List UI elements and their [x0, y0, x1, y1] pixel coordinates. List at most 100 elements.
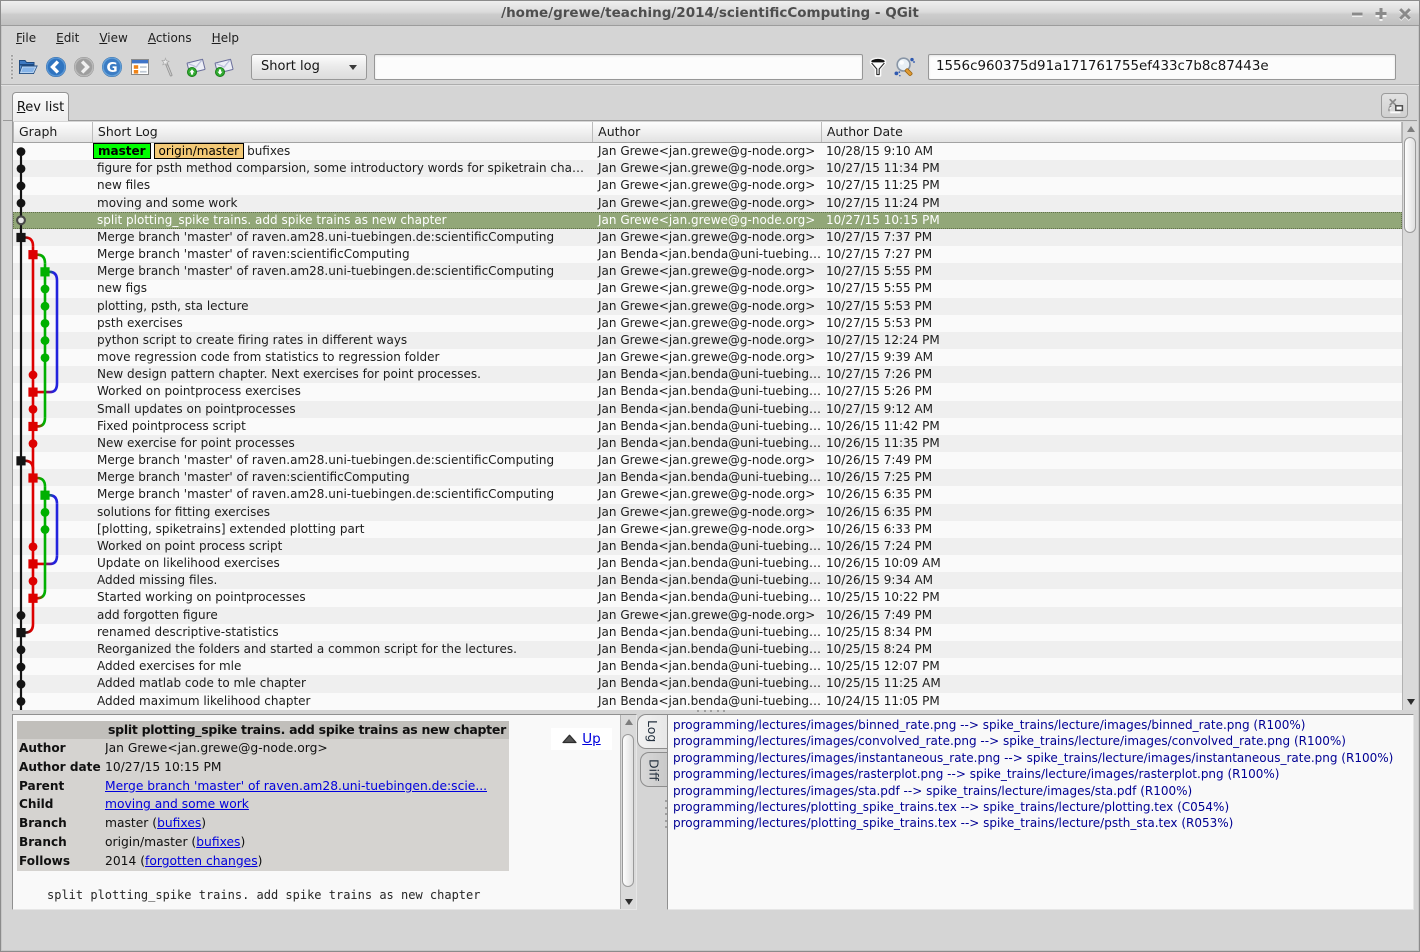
- up-link[interactable]: Up: [582, 731, 600, 747]
- titlebar[interactable]: /home/grewe/teaching/2014/scientificComp…: [1, 1, 1419, 26]
- commit-row[interactable]: Fixed pointprocess scriptJan Benda<jan.b…: [13, 418, 1402, 435]
- column-header-graph[interactable]: Graph: [14, 122, 93, 142]
- commit-subject: Merge branch 'master' of raven:scientifi…: [97, 470, 410, 484]
- commit-row[interactable]: Merge branch 'master' of raven.am28.uni-…: [13, 229, 1402, 246]
- commit-row[interactable]: Update on likelihood exercisesJan Benda<…: [13, 555, 1402, 572]
- commit-row[interactable]: psth exercisesJan Grewe<jan.grewe@g-node…: [13, 315, 1402, 332]
- commit-row[interactable]: add forgotten figureJan Grewe<jan.grewe@…: [13, 607, 1402, 624]
- details-value: 10/27/15 10:15 PM: [105, 758, 222, 777]
- close-tab-button[interactable]: [1381, 93, 1408, 118]
- renamed-file-entry[interactable]: programming/lectures/images/rasterplot.p…: [673, 766, 1413, 782]
- wand-button[interactable]: [154, 53, 182, 81]
- commit-subject: add forgotten figure: [97, 608, 218, 622]
- tab-pane-border: [3, 120, 1417, 121]
- sha-input[interactable]: 1556c960375d91a171761755ef433c7b8c87443e: [928, 54, 1396, 80]
- side-tab-diff[interactable]: Diff: [640, 752, 667, 787]
- forward-button[interactable]: [70, 53, 98, 81]
- commit-row[interactable]: new figsJan Grewe<jan.grewe@g-node.org>1…: [13, 280, 1402, 297]
- menu-actions[interactable]: Actions: [138, 29, 202, 47]
- commit-row[interactable]: Added exercises for mleJan Benda<jan.ben…: [13, 658, 1402, 675]
- commit-row[interactable]: renamed descriptive-statisticsJan Benda<…: [13, 624, 1402, 641]
- column-header-author-date[interactable]: Author Date: [822, 122, 1402, 142]
- column-header-author[interactable]: Author: [593, 122, 822, 142]
- details-scrollbar[interactable]: [620, 715, 636, 909]
- open-repository-button[interactable]: [14, 53, 42, 81]
- filter-input[interactable]: [374, 54, 863, 80]
- commit-row[interactable]: Merge branch 'master' of raven.am28.uni-…: [13, 486, 1402, 503]
- commit-row[interactable]: Merge branch 'master' of raven.am28.uni-…: [13, 263, 1402, 280]
- commit-row[interactable]: Reorganized the folders and started a co…: [13, 641, 1402, 658]
- apply-patch-icon: [212, 55, 236, 79]
- renamed-file-entry[interactable]: programming/lectures/images/convolved_ra…: [673, 733, 1413, 749]
- commit-author: Jan Grewe<jan.grewe@g-node.org>: [593, 349, 822, 366]
- rev-list-scrollbar[interactable]: [1402, 122, 1418, 710]
- renamed-file-entry[interactable]: programming/lectures/plotting_spike_trai…: [673, 799, 1413, 815]
- home-button[interactable]: G: [98, 53, 126, 81]
- commit-row[interactable]: moving and some workJan Grewe<jan.grewe@…: [13, 195, 1402, 212]
- renamed-file-entry[interactable]: programming/lectures/plotting_spike_trai…: [673, 815, 1413, 831]
- commit-author: Jan Benda<jan.benda@uni-tuebing…: [593, 383, 822, 400]
- commit-row[interactable]: Started working on pointprocessesJan Ben…: [13, 589, 1402, 606]
- renamed-file-entry[interactable]: programming/lectures/images/sta.pdf --> …: [673, 783, 1413, 799]
- commit-author: Jan Benda<jan.benda@uni-tuebing…: [593, 589, 822, 606]
- commit-date: 10/27/15 11:25 PM: [822, 177, 1403, 194]
- commit-row[interactable]: Worked on pointprocess exercisesJan Bend…: [13, 383, 1402, 400]
- commit-row[interactable]: new filesJan Grewe<jan.grewe@g-node.org>…: [13, 177, 1402, 194]
- column-header-short-log[interactable]: Short Log: [93, 122, 593, 142]
- details-scroll-down[interactable]: [621, 895, 636, 909]
- commit-row[interactable]: New design pattern chapter. Next exercis…: [13, 366, 1402, 383]
- find-button[interactable]: [891, 53, 917, 81]
- close-button[interactable]: [1396, 6, 1413, 23]
- details-link[interactable]: Merge branch 'master' of raven.am28.uni-…: [105, 779, 487, 793]
- commit-log-cell: moving and some work: [92, 195, 593, 212]
- menu-file[interactable]: File: [6, 29, 46, 47]
- filter-tree-button[interactable]: [865, 53, 891, 81]
- commit-row[interactable]: Merge branch 'master' of raven.am28.uni-…: [13, 452, 1402, 469]
- commit-row[interactable]: Merge branch 'master' of raven:scientifi…: [13, 246, 1402, 263]
- renamed-file-entry[interactable]: programming/lectures/images/binned_rate.…: [673, 717, 1413, 733]
- save-patch-button[interactable]: [182, 53, 210, 81]
- details-link[interactable]: moving and some work: [105, 797, 249, 811]
- commit-subject: Merge branch 'master' of raven.am28.uni-…: [97, 487, 554, 501]
- commit-row[interactable]: New exercise for point processesJan Bend…: [13, 435, 1402, 452]
- view-mode-select[interactable]: Short log: [251, 54, 367, 80]
- back-button[interactable]: [42, 53, 70, 81]
- horizontal-splitter-handle[interactable]: [697, 710, 725, 712]
- scroll-slider[interactable]: [1404, 137, 1416, 233]
- details-link[interactable]: bufixes: [157, 816, 201, 830]
- commit-row[interactable]: split plotting_spike trains. add spike t…: [13, 212, 1402, 229]
- scroll-down-arrow[interactable]: [1403, 695, 1418, 709]
- commit-row[interactable]: masterorigin/masterbufixesJan Grewe<jan.…: [13, 143, 1402, 160]
- commit-row[interactable]: Small updates on pointprocessesJan Benda…: [13, 401, 1402, 418]
- details-link[interactable]: bufixes: [196, 835, 240, 849]
- details-label: Author: [17, 739, 105, 758]
- minimize-button[interactable]: [1348, 6, 1365, 23]
- commit-row[interactable]: Added missing files.Jan Benda<jan.benda@…: [13, 572, 1402, 589]
- commit-log-cell: psth exercises: [92, 315, 593, 332]
- commit-row[interactable]: [plotting, spiketrains] extended plottin…: [13, 521, 1402, 538]
- menu-help[interactable]: Help: [202, 29, 249, 47]
- commit-row[interactable]: plotting, psth, sta lectureJan Grewe<jan…: [13, 298, 1402, 315]
- commit-row[interactable]: Merge branch 'master' of raven:scientifi…: [13, 469, 1402, 486]
- apply-patch-button[interactable]: [210, 53, 238, 81]
- menu-view[interactable]: View: [89, 29, 137, 47]
- graph-cell: [13, 641, 92, 658]
- commit-row[interactable]: move regression code from statistics to …: [13, 349, 1402, 366]
- commit-row[interactable]: python script to create firing rates in …: [13, 332, 1402, 349]
- commit-row[interactable]: solutions for fitting exercisesJan Grewe…: [13, 504, 1402, 521]
- menu-edit[interactable]: Edit: [46, 29, 89, 47]
- tab-rev-list[interactable]: Rev list: [12, 92, 69, 121]
- renamed-file-entry[interactable]: programming/lectures/images/instantaneou…: [673, 750, 1413, 766]
- side-tab-log[interactable]: Log: [637, 714, 667, 749]
- details-scroll-slider[interactable]: [622, 734, 634, 887]
- commit-row[interactable]: Added maximum likelihood chapterJan Bend…: [13, 693, 1402, 710]
- maximize-button[interactable]: [1372, 6, 1389, 23]
- vertical-splitter-handle[interactable]: [665, 800, 667, 828]
- commit-row[interactable]: Added matlab code to mle chapterJan Bend…: [13, 675, 1402, 692]
- commit-row[interactable]: figure for psth method comparsion, some …: [13, 160, 1402, 177]
- commit-row[interactable]: Worked on point process scriptJan Benda<…: [13, 538, 1402, 555]
- details-scroll-up[interactable]: [621, 715, 636, 729]
- details-link[interactable]: forgotten changes: [145, 854, 258, 868]
- scroll-up-arrow[interactable]: [1403, 122, 1418, 136]
- tree-view-button[interactable]: [126, 53, 154, 81]
